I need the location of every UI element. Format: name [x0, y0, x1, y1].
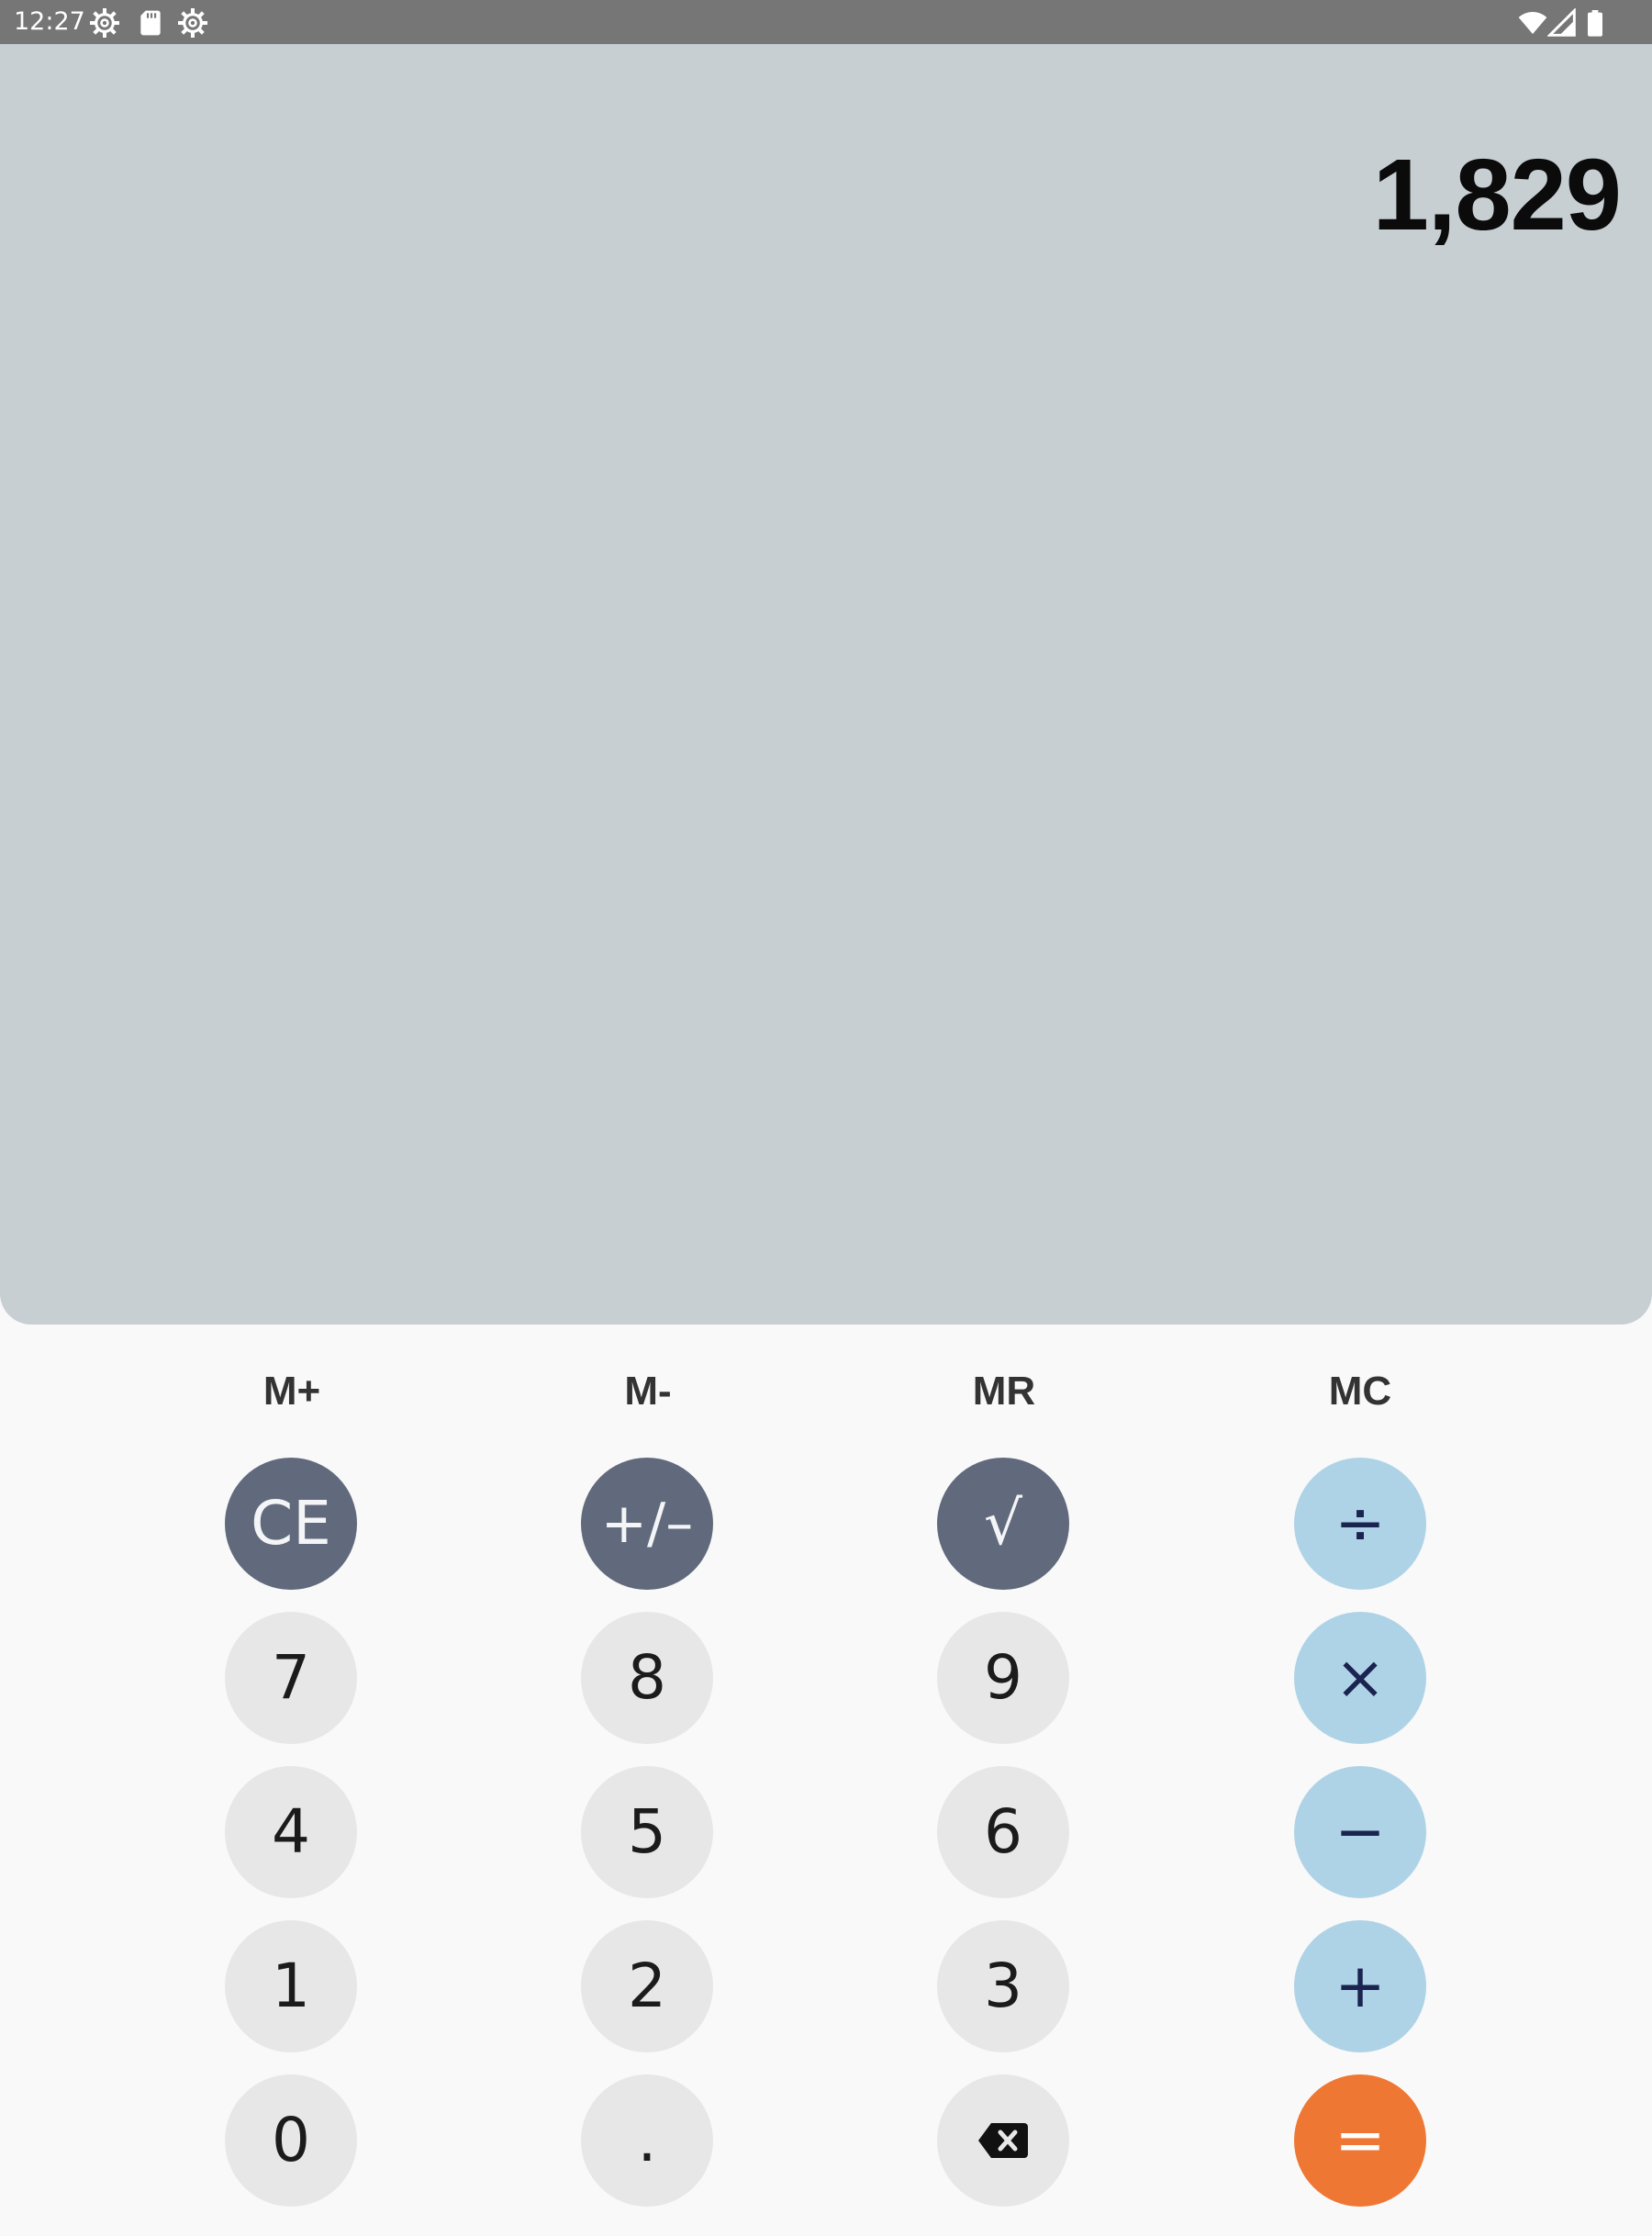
- memory-clear-button[interactable]: MC: [1268, 1366, 1452, 1417]
- digit-8-button[interactable]: 8: [581, 1612, 713, 1744]
- decimal-point-label: .: [637, 2105, 657, 2175]
- battery-icon: [1588, 10, 1602, 37]
- clear-entry-button[interactable]: CE: [225, 1458, 357, 1590]
- equals-button[interactable]: =: [1294, 2074, 1426, 2207]
- digit-1-label: 1: [272, 1951, 310, 2021]
- square-root-label: √: [983, 1488, 1023, 1559]
- sd-card-icon: [140, 10, 161, 36]
- backspace-button[interactable]: [937, 2074, 1069, 2207]
- digit-2-label: 2: [628, 1951, 666, 2021]
- digit-5-label: 5: [628, 1796, 666, 1867]
- digit-3-label: 3: [984, 1951, 1022, 2021]
- square-root-button[interactable]: √: [937, 1458, 1069, 1590]
- digit-4-label: 4: [272, 1796, 310, 1867]
- digit-8-label: 8: [628, 1642, 666, 1713]
- cellular-signal-icon: [1547, 8, 1576, 37]
- subtract-label: −: [1334, 1796, 1386, 1867]
- digit-9-button[interactable]: 9: [937, 1612, 1069, 1744]
- clear-entry-label: CE: [251, 1488, 331, 1559]
- memory-subtract-button[interactable]: M-: [556, 1366, 740, 1417]
- add-label: +: [1334, 1951, 1386, 2021]
- calculator-display: 1,829: [0, 44, 1652, 1325]
- digit-3-button[interactable]: 3: [937, 1920, 1069, 2052]
- digit-0-label: 0: [272, 2105, 310, 2175]
- status-bar: 12:27: [0, 0, 1652, 44]
- memory-add-button[interactable]: M+: [200, 1366, 384, 1417]
- add-button[interactable]: +: [1294, 1920, 1426, 2052]
- multiply-label: ×: [1334, 1642, 1386, 1713]
- digit-7-button[interactable]: 7: [225, 1612, 357, 1744]
- wifi-icon: [1518, 12, 1547, 34]
- digit-5-button[interactable]: 5: [581, 1766, 713, 1898]
- display-value: 1,829: [1372, 139, 1622, 252]
- equals-label: =: [1334, 2105, 1386, 2175]
- digit-6-button[interactable]: 6: [937, 1766, 1069, 1898]
- gear-icon: [178, 8, 207, 38]
- memory-recall-button[interactable]: MR: [912, 1366, 1096, 1417]
- decimal-point-button[interactable]: .: [581, 2074, 713, 2207]
- plus-minus-button[interactable]: +/–: [581, 1458, 713, 1590]
- digit-2-button[interactable]: 2: [581, 1920, 713, 2052]
- multiply-button[interactable]: ×: [1294, 1612, 1426, 1744]
- plus-minus-label: +/–: [600, 1492, 694, 1556]
- digit-7-label: 7: [272, 1642, 310, 1713]
- divide-button[interactable]: ÷: [1294, 1458, 1426, 1590]
- backspace-icon: [978, 2123, 1028, 2158]
- subtract-button[interactable]: −: [1294, 1766, 1426, 1898]
- digit-1-button[interactable]: 1: [225, 1920, 357, 2052]
- gear-icon: [90, 8, 119, 38]
- digit-6-label: 6: [984, 1796, 1022, 1867]
- status-time: 12:27: [14, 7, 85, 36]
- divide-label: ÷: [1334, 1488, 1386, 1559]
- digit-9-label: 9: [984, 1642, 1022, 1713]
- digit-0-button[interactable]: 0: [225, 2074, 357, 2207]
- digit-4-button[interactable]: 4: [225, 1766, 357, 1898]
